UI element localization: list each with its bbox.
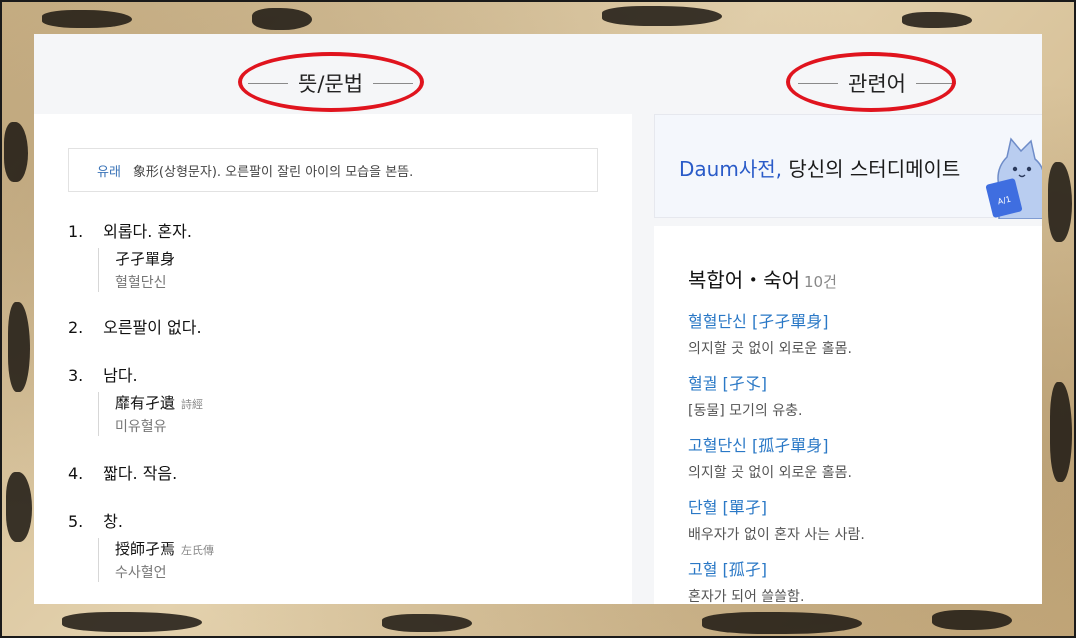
red-highlight-circle [238,52,424,112]
definition-number: 1. [68,222,84,241]
definition-item: 1. 외롭다. 혼자. [68,218,192,242]
example-source: 詩經 [181,398,204,411]
definition-number: 3. [68,366,84,385]
related-word-meaning: 혼자가 되어 쓸쓸함. [688,589,805,604]
related-word-item: 단혈 [單孑] 배우자가 없이 혼자 사는 사람. [688,494,865,544]
definition-text: 짧다. 작음. [103,464,178,483]
definition-text: 남다. [103,366,138,385]
section-header-row: 뜻/문법 관련어 [34,34,1042,114]
example-reading: 미유혈유 [115,419,167,435]
study-cat-illustration-icon: A/1 [985,137,1042,219]
origin-box: 유래 象形(상형문자). 오른팔이 잘린 아이의 모습을 본뜸. [68,148,598,192]
dictionary-panel: 뜻/문법 관련어 유래 象形(상형문자). 오른팔이 잘린 아이의 모습을 본뜸… [34,34,1042,604]
related-words-card: 복합어・숙어 10건 혈혈단신 [孑孑單身] 의지할 곳 없이 외로운 홀몸. 혈… [654,226,1042,604]
related-word-item: 고혈 [孤孑] 혼자가 되어 쓸쓸함. [688,556,804,604]
related-count: 10건 [804,273,837,291]
related-word-meaning: 의지할 곳 없이 외로운 홀몸. [688,341,852,357]
related-words-title: 복합어・숙어 10건 [688,264,837,293]
origin-text: 象形(상형문자). 오른팔이 잘린 아이의 모습을 본뜸. [132,164,414,180]
related-word-link[interactable]: 고혈단신 [孤孑單身] [688,432,852,456]
daum-dictionary-banner[interactable]: Daum사전, 당신의 스터디메이트 A/1 [654,114,1042,219]
related-word-link[interactable]: 고혈 [孤孑] [688,556,804,580]
definition-item: 2. 오른팔이 없다. [68,314,202,338]
related-word-item: 혈혈단신 [孑孑單身] 의지할 곳 없이 외로운 홀몸. [688,308,852,358]
related-section-header: 관련어 [786,52,956,112]
related-word-item: 고혈단신 [孤孑單身] 의지할 곳 없이 외로운 홀몸. [688,432,852,482]
definition-text: 오른팔이 없다. [103,318,202,337]
example-block: 靡有孑遺 詩經 미유혈유 [98,392,203,436]
example-block: 授師孑焉 左氏傳 수사혈언 [98,538,214,582]
definition-number: 4. [68,464,84,483]
definition-number: 5. [68,512,84,531]
example-source: 左氏傳 [181,544,215,557]
banner-tagline: 당신의 스터디메이트 [781,157,961,181]
related-word-item: 혈궐 [孑孓] [동물] 모기의 유충. [688,370,802,420]
related-title-label: 복합어・숙어 [688,268,800,292]
definition-item: 3. 남다. [68,362,138,386]
related-word-meaning: 배우자가 없이 혼자 사는 사람. [688,527,865,543]
origin-tag: 유래 [97,164,121,180]
example-hanja: 授師孑焉 [115,540,176,558]
example-reading: 수사혈언 [115,565,167,581]
definition-text: 외롭다. 혼자. [103,222,192,241]
definition-item: 5. 창. [68,508,123,532]
example-reading: 혈혈단신 [115,275,167,291]
red-highlight-circle [786,52,956,112]
example-hanja: 孑孑單身 [115,250,176,268]
example-block: 孑孑單身 혈혈단신 [98,248,175,292]
definition-text: 창. [103,512,123,531]
related-word-link[interactable]: 단혈 [單孑] [688,494,865,518]
meaning-section-header: 뜻/문법 [238,52,424,112]
banner-text: Daum사전, 당신의 스터디메이트 [679,153,960,182]
definition-item: 4. 짧다. 작음. [68,460,177,484]
example-hanja: 靡有孑遺 [115,394,176,412]
related-word-link[interactable]: 혈궐 [孑孓] [688,370,802,394]
related-word-meaning: 의지할 곳 없이 외로운 홀몸. [688,465,852,481]
meaning-card: 유래 象形(상형문자). 오른팔이 잘린 아이의 모습을 본뜸. 1. 외롭다.… [34,114,632,604]
banner-brand: Daum사전, [679,157,782,181]
related-word-meaning: [동물] 모기의 유충. [688,403,803,419]
definition-number: 2. [68,318,84,337]
related-word-link[interactable]: 혈혈단신 [孑孑單身] [688,308,852,332]
